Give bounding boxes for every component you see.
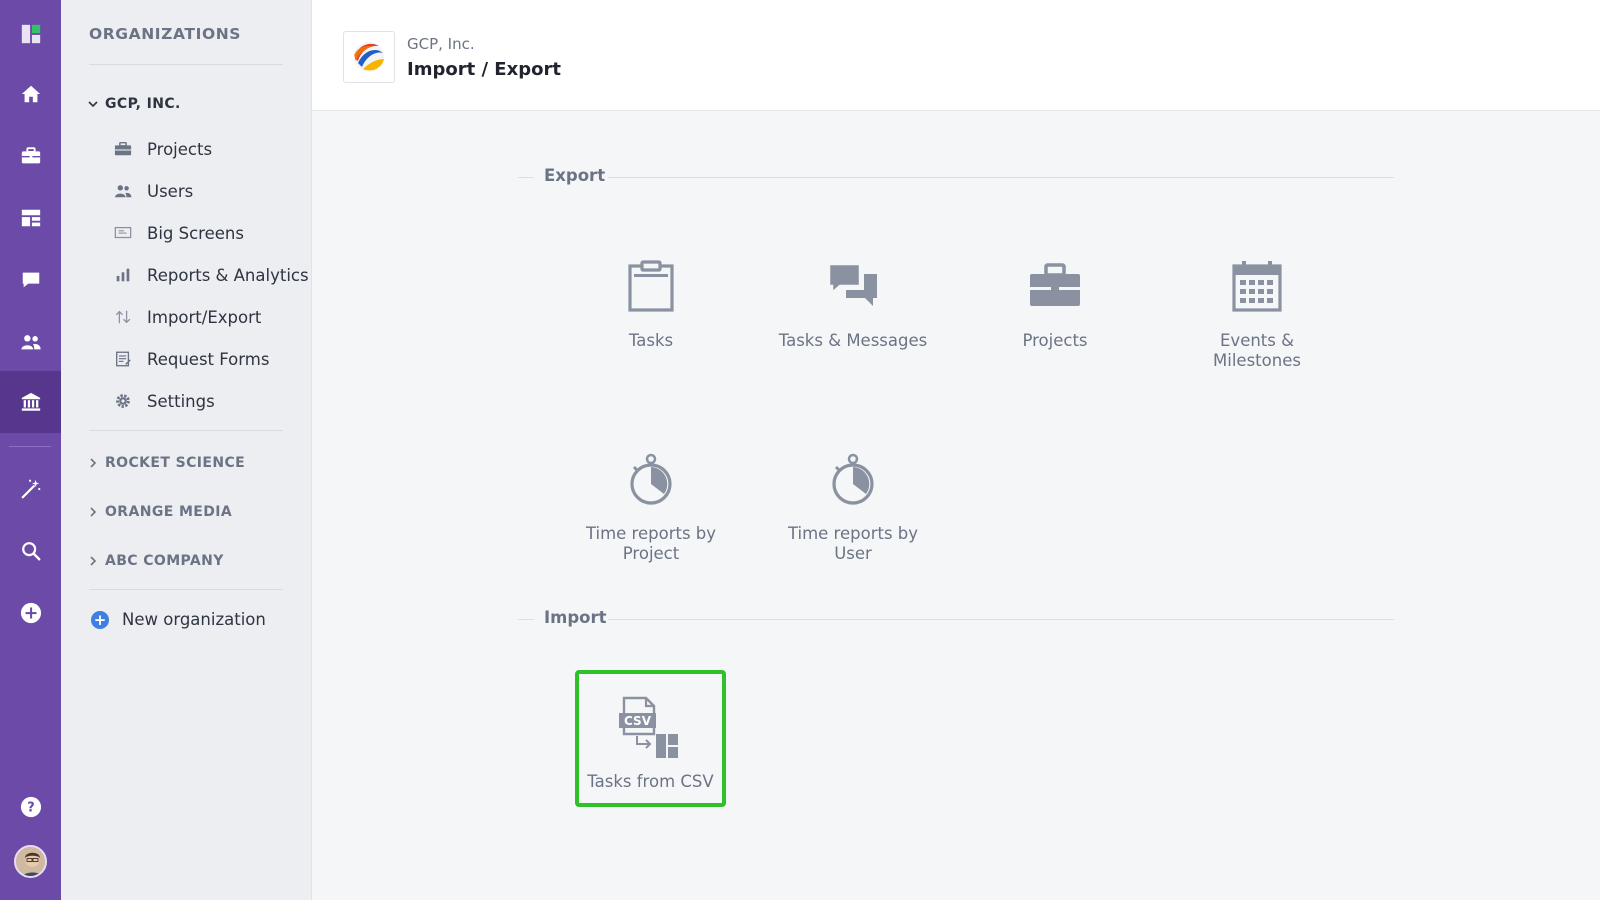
tile-label: Tasks & Messages	[778, 331, 928, 350]
sidebar-item-big-screens[interactable]: Big Screens	[113, 218, 244, 248]
export-section-title: Export	[544, 166, 606, 185]
chevron-right-icon	[90, 458, 97, 468]
sidebar-item-label: Settings	[147, 391, 215, 411]
csv-import-icon: CSV	[616, 696, 686, 760]
help-icon[interactable]: ?	[0, 776, 61, 838]
app-rail: ?	[0, 0, 61, 900]
app-logo-icon[interactable]	[0, 3, 61, 65]
sidebar-item-label: Projects	[147, 139, 213, 159]
chevron-right-icon	[90, 507, 97, 517]
form-icon	[113, 350, 133, 368]
home-icon[interactable]	[0, 63, 61, 125]
section-divider	[608, 177, 1394, 178]
tile-label: Time reports by User	[787, 524, 919, 563]
export-projects-tile[interactable]: Projects	[980, 257, 1130, 351]
clipboard-icon	[621, 257, 681, 317]
sidebar-item-settings[interactable]: Settings	[113, 386, 215, 416]
org-rocket-science[interactable]: ROCKET SCIENCE	[87, 455, 245, 471]
sidebar-item-import-export[interactable]: Import/Export	[113, 302, 261, 332]
sidebar-divider	[89, 430, 283, 431]
sidebar-divider	[89, 589, 283, 590]
chat-bubbles-icon	[823, 257, 883, 317]
sidebar-item-request-forms[interactable]: Request Forms	[113, 344, 269, 374]
tile-label: Projects	[1022, 331, 1088, 350]
org-name: ABC COMPANY	[105, 553, 224, 569]
screen-icon	[113, 224, 133, 242]
tile-label: Tasks from CSV	[587, 772, 714, 791]
briefcase-icon	[113, 140, 133, 158]
briefcase-icon	[1025, 257, 1085, 317]
org-name: ORANGE MEDIA	[105, 504, 233, 520]
org-logo	[343, 31, 395, 83]
gear-icon	[113, 392, 133, 410]
export-events-milestones-tile[interactable]: Events & Milestones	[1182, 257, 1332, 371]
export-tasks-messages-tile[interactable]: Tasks & Messages	[778, 257, 928, 351]
sidebar-item-label: Request Forms	[147, 349, 270, 369]
sidebar-item-users[interactable]: Users	[113, 176, 193, 206]
bar-chart-icon	[113, 266, 133, 284]
header-org-name: GCP, Inc.	[407, 35, 475, 53]
section-divider	[608, 619, 1394, 620]
sidebar-item-label: Import/Export	[147, 307, 262, 327]
stopwatch-icon	[823, 450, 883, 510]
avatar[interactable]	[14, 845, 47, 878]
section-divider	[518, 619, 534, 620]
sidebar-divider	[89, 64, 283, 65]
sidebar-item-label: Users	[147, 181, 194, 201]
new-organization-button[interactable]: + New organization	[91, 610, 266, 629]
page-header: GCP, Inc. Import / Export	[312, 0, 1600, 111]
dashboard-icon[interactable]	[0, 187, 61, 249]
svg-text:?: ?	[27, 801, 34, 816]
chat-icon[interactable]	[0, 249, 61, 311]
add-circle-icon[interactable]	[0, 582, 61, 644]
tile-label: Time reports by Project	[585, 524, 717, 563]
tile-label: Events & Milestones	[1213, 331, 1301, 370]
search-icon[interactable]	[0, 520, 61, 582]
arrows-up-down-icon	[113, 308, 133, 326]
export-time-reports-project-tile[interactable]: Time reports by Project	[576, 450, 726, 564]
magic-wand-icon[interactable]	[0, 458, 61, 520]
rail-divider	[9, 446, 51, 447]
sidebar-item-projects[interactable]: Projects	[113, 134, 212, 164]
stopwatch-icon	[621, 450, 681, 510]
export-time-reports-user-tile[interactable]: Time reports by User	[778, 450, 928, 564]
briefcase-icon[interactable]	[0, 125, 61, 187]
organizations-sidebar: ORGANIZATIONS GCP, INC. Projects Users B…	[61, 0, 312, 900]
sidebar-title: ORGANIZATIONS	[89, 25, 242, 43]
org-current-name: GCP, INC.	[105, 96, 181, 112]
org-name: ROCKET SCIENCE	[105, 455, 246, 471]
org-current[interactable]: GCP, INC.	[87, 96, 181, 112]
export-tasks-tile[interactable]: Tasks	[576, 257, 726, 351]
users-icon	[113, 182, 133, 200]
page-title: Import / Export	[407, 59, 561, 80]
users-icon[interactable]	[0, 311, 61, 373]
sidebar-item-label: Reports & Analytics	[147, 265, 309, 285]
import-section-title: Import	[544, 608, 607, 627]
calendar-icon	[1227, 257, 1287, 317]
sidebar-item-label: Big Screens	[147, 223, 244, 243]
import-tasks-csv-tile[interactable]: CSV Tasks from CSV	[575, 670, 726, 807]
tile-label: Tasks	[628, 331, 674, 350]
org-orange-media[interactable]: ORANGE MEDIA	[87, 504, 232, 520]
plus-circle-icon: +	[91, 610, 109, 629]
svg-text:CSV: CSV	[624, 714, 652, 728]
chevron-down-icon	[88, 101, 98, 108]
organization-icon[interactable]	[0, 371, 61, 433]
sidebar-item-reports[interactable]: Reports & Analytics	[113, 260, 309, 290]
chevron-right-icon	[90, 556, 97, 566]
org-abc-company[interactable]: ABC COMPANY	[87, 553, 224, 569]
section-divider	[518, 177, 534, 178]
new-organization-label: New organization	[122, 610, 266, 629]
